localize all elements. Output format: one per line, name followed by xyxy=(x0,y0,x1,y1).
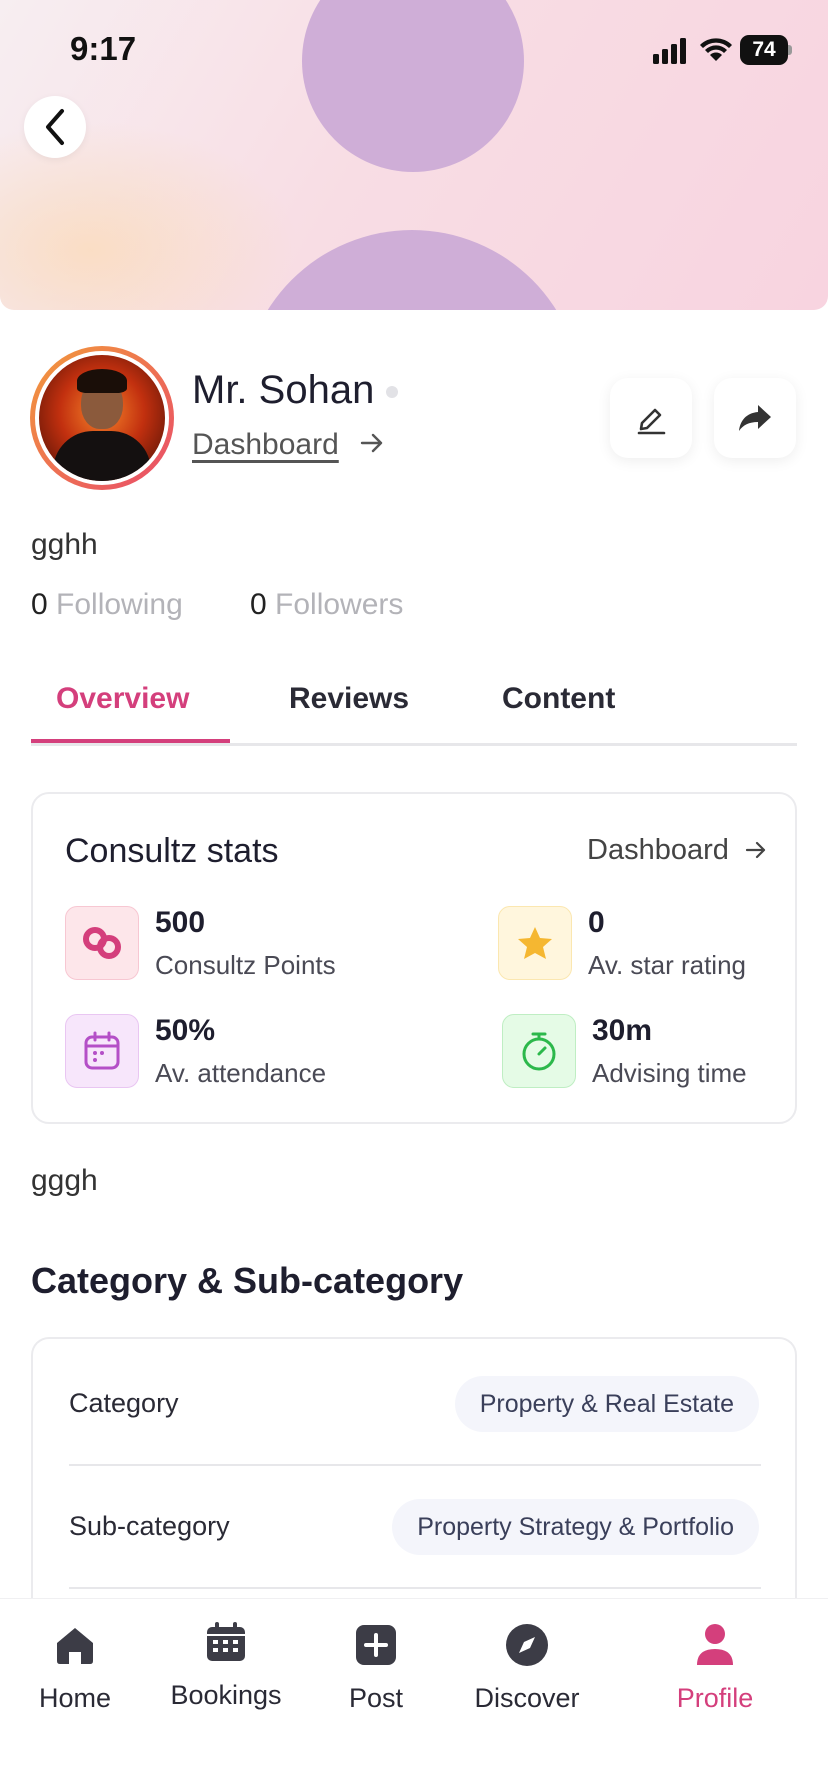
avatar-ring[interactable] xyxy=(30,346,174,490)
stat-label: Av. star rating xyxy=(588,950,746,980)
nav-bookings[interactable]: Bookings xyxy=(156,1616,296,1711)
divider xyxy=(69,1464,761,1466)
tab-content[interactable]: Content xyxy=(502,682,615,716)
category-chip[interactable]: Property & Real Estate xyxy=(454,1376,759,1432)
stat-value: 500 xyxy=(155,906,206,939)
subcategory-label: Sub-category xyxy=(69,1511,230,1541)
category-section-title: Category & Sub-category xyxy=(31,1260,464,1301)
status-bar: 9:17 74 xyxy=(0,0,828,100)
compass-icon xyxy=(506,1624,548,1666)
category-label: Category xyxy=(69,1388,179,1418)
subcategory-chip[interactable]: Property Strategy & Portfolio xyxy=(392,1499,759,1555)
stat-label: Consultz Points xyxy=(155,950,336,980)
avatar xyxy=(35,351,169,485)
profile-icon xyxy=(697,1624,733,1665)
pencil-icon xyxy=(637,408,666,435)
consultz-stats-card: Consultz stats Dashboard 500 Consultz Po… xyxy=(31,792,797,1124)
stat-label: Advising time xyxy=(592,1058,747,1088)
stats-title: Consultz stats xyxy=(65,832,279,870)
bottom-navigation: Home Bookings Post Discover Profile xyxy=(0,1598,828,1792)
stopwatch-icon xyxy=(502,1014,576,1088)
profile-name: Mr. Sohan xyxy=(192,368,375,412)
back-button[interactable] xyxy=(24,96,86,158)
battery-level: 74 xyxy=(740,35,788,65)
online-status-dot xyxy=(386,386,398,398)
nav-post[interactable]: Post xyxy=(306,1619,446,1714)
stat-value: 0 xyxy=(588,906,605,939)
dashboard-link[interactable]: Dashboard xyxy=(192,428,339,462)
chevron-left-icon xyxy=(46,109,64,145)
profile-tabs: Overview Reviews Content xyxy=(31,672,797,746)
nav-discover[interactable]: Discover xyxy=(457,1619,597,1714)
signal-icon xyxy=(653,38,686,64)
consultz-logo-icon xyxy=(65,906,139,980)
wifi-icon xyxy=(700,38,732,61)
category-card: Category Property & Real Estate Sub-cate… xyxy=(31,1337,797,1637)
tab-overview[interactable]: Overview xyxy=(56,682,189,716)
stat-value: 30m xyxy=(592,1014,653,1047)
share-profile-button[interactable] xyxy=(714,378,796,458)
active-tab-indicator xyxy=(31,739,230,743)
stat-value: 50% xyxy=(155,1014,216,1047)
profile-bio: gghh xyxy=(31,528,98,561)
nav-home[interactable]: Home xyxy=(5,1619,145,1714)
edit-profile-button[interactable] xyxy=(610,378,692,458)
following-count[interactable]: 0 Following xyxy=(31,588,183,622)
divider xyxy=(69,1587,761,1589)
about-text: gggh xyxy=(31,1164,98,1197)
calendar-icon xyxy=(65,1014,139,1088)
arrow-right-icon xyxy=(745,841,766,859)
stat-label: Av. attendance xyxy=(155,1058,327,1088)
star-icon xyxy=(498,906,572,980)
calendar-icon xyxy=(207,1622,245,1661)
arrow-right-icon xyxy=(360,433,383,453)
status-time: 9:17 xyxy=(70,30,137,67)
nav-profile[interactable]: Profile xyxy=(645,1619,785,1714)
followers-count[interactable]: 0 Followers xyxy=(250,588,403,622)
plus-square-icon xyxy=(356,1625,396,1665)
battery-icon: 74 xyxy=(740,35,792,65)
stats-dashboard-link[interactable]: Dashboard xyxy=(587,834,729,867)
share-arrow-icon xyxy=(739,405,771,431)
tab-reviews[interactable]: Reviews xyxy=(289,682,409,716)
home-icon xyxy=(57,1628,93,1664)
